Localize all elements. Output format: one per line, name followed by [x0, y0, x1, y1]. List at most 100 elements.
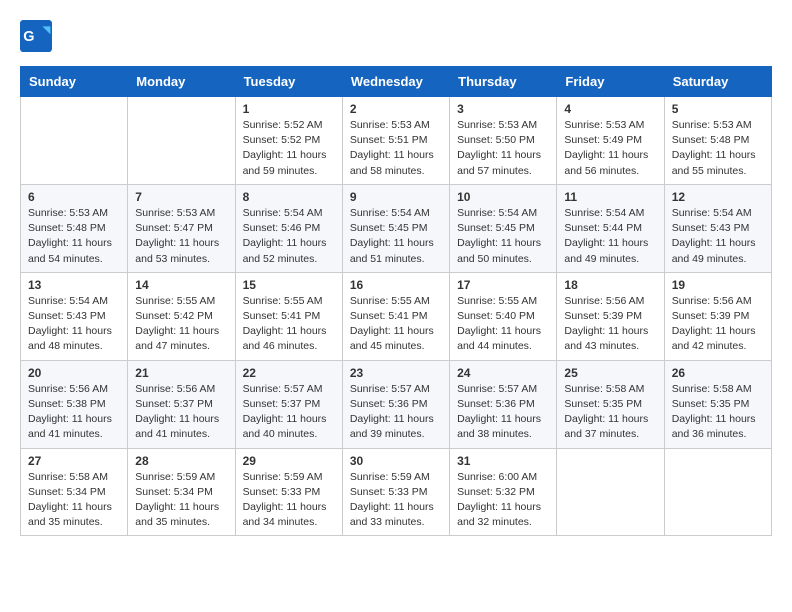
day-detail: Sunrise: 5:55 AM Sunset: 5:42 PM Dayligh… — [135, 294, 227, 355]
day-cell: 12 Sunrise: 5:54 AM Sunset: 5:43 PM Dayli… — [664, 184, 771, 272]
day-number: 27 — [28, 454, 120, 468]
day-number: 14 — [135, 278, 227, 292]
col-header-friday: Friday — [557, 67, 664, 97]
day-number: 7 — [135, 190, 227, 204]
day-detail: Sunrise: 5:55 AM Sunset: 5:40 PM Dayligh… — [457, 294, 549, 355]
day-number: 8 — [243, 190, 335, 204]
day-cell: 27Sunrise: 5:58 AM Sunset: 5:34 PM Dayli… — [21, 448, 128, 536]
day-cell: 24Sunrise: 5:57 AM Sunset: 5:36 PM Dayli… — [450, 360, 557, 448]
day-number: 4 — [564, 102, 656, 116]
day-cell: 9 Sunrise: 5:54 AM Sunset: 5:45 PM Daylig… — [342, 184, 449, 272]
day-cell: 3Sunrise: 5:53 AM Sunset: 5:50 PM Daylig… — [450, 97, 557, 185]
col-header-sunday: Sunday — [21, 67, 128, 97]
day-detail: Sunrise: 5:53 AM Sunset: 5:48 PM Dayligh… — [672, 118, 764, 179]
day-detail: Sunrise: 5:52 AM Sunset: 5:52 PM Dayligh… — [243, 118, 335, 179]
logo: G — [20, 20, 54, 52]
day-number: 3 — [457, 102, 549, 116]
svg-text:G: G — [23, 29, 34, 45]
day-detail: Sunrise: 5:56 AM Sunset: 5:38 PM Dayligh… — [28, 382, 120, 443]
day-cell: 28Sunrise: 5:59 AM Sunset: 5:34 PM Dayli… — [128, 448, 235, 536]
col-header-thursday: Thursday — [450, 67, 557, 97]
day-cell: 21Sunrise: 5:56 AM Sunset: 5:37 PM Dayli… — [128, 360, 235, 448]
day-number: 11 — [564, 190, 656, 204]
day-cell: 18Sunrise: 5:56 AM Sunset: 5:39 PM Dayli… — [557, 272, 664, 360]
header-row: SundayMondayTuesdayWednesdayThursdayFrid… — [21, 67, 772, 97]
day-detail: Sunrise: 5:58 AM Sunset: 5:35 PM Dayligh… — [672, 382, 764, 443]
day-detail: Sunrise: 5:54 AM Sunset: 5:44 PM Dayligh… — [564, 206, 656, 267]
day-number: 25 — [564, 366, 656, 380]
day-detail: Sunrise: 5:57 AM Sunset: 5:37 PM Dayligh… — [243, 382, 335, 443]
day-cell: 4 Sunrise: 5:53 AM Sunset: 5:49 PM Daylig… — [557, 97, 664, 185]
day-number: 15 — [243, 278, 335, 292]
day-number: 29 — [243, 454, 335, 468]
day-detail: Sunrise: 5:53 AM Sunset: 5:47 PM Dayligh… — [135, 206, 227, 267]
day-number: 19 — [672, 278, 764, 292]
day-number: 10 — [457, 190, 549, 204]
day-cell: 14 Sunrise: 5:55 AM Sunset: 5:42 PM Dayli… — [128, 272, 235, 360]
day-detail: Sunrise: 5:54 AM Sunset: 5:45 PM Dayligh… — [350, 206, 442, 267]
day-number: 16 — [350, 278, 442, 292]
day-cell: 16 Sunrise: 5:55 AM Sunset: 5:41 PM Dayli… — [342, 272, 449, 360]
day-number: 1 — [243, 102, 335, 116]
logo-area: G — [20, 20, 54, 52]
day-number: 13 — [28, 278, 120, 292]
day-number: 31 — [457, 454, 549, 468]
week-row-4: 20 Sunrise: 5:56 AM Sunset: 5:38 PM Dayli… — [21, 360, 772, 448]
day-detail: Sunrise: 5:54 AM Sunset: 5:45 PM Dayligh… — [457, 206, 549, 267]
day-detail: Sunrise: 5:56 AM Sunset: 5:39 PM Dayligh… — [672, 294, 764, 355]
day-detail: Sunrise: 5:55 AM Sunset: 5:41 PM Dayligh… — [243, 294, 335, 355]
day-cell: 23Sunrise: 5:57 AM Sunset: 5:36 PM Dayli… — [342, 360, 449, 448]
day-detail: Sunrise: 5:54 AM Sunset: 5:43 PM Dayligh… — [672, 206, 764, 267]
day-cell — [557, 448, 664, 536]
day-number: 20 — [28, 366, 120, 380]
day-number: 26 — [672, 366, 764, 380]
day-cell: 8 Sunrise: 5:54 AM Sunset: 5:46 PM Daylig… — [235, 184, 342, 272]
day-number: 2 — [350, 102, 442, 116]
week-row-3: 13 Sunrise: 5:54 AM Sunset: 5:43 PM Dayli… — [21, 272, 772, 360]
day-number: 17 — [457, 278, 549, 292]
day-cell: 2Sunrise: 5:53 AM Sunset: 5:51 PM Daylig… — [342, 97, 449, 185]
day-detail: Sunrise: 5:54 AM Sunset: 5:46 PM Dayligh… — [243, 206, 335, 267]
day-number: 18 — [564, 278, 656, 292]
day-detail: Sunrise: 6:00 AM Sunset: 5:32 PM Dayligh… — [457, 470, 549, 531]
day-cell: 30Sunrise: 5:59 AM Sunset: 5:33 PM Dayli… — [342, 448, 449, 536]
day-cell: 19 Sunrise: 5:56 AM Sunset: 5:39 PM Dayli… — [664, 272, 771, 360]
day-cell: 31 Sunrise: 6:00 AM Sunset: 5:32 PM Dayli… — [450, 448, 557, 536]
day-cell — [128, 97, 235, 185]
day-number: 5 — [672, 102, 764, 116]
day-detail: Sunrise: 5:55 AM Sunset: 5:41 PM Dayligh… — [350, 294, 442, 355]
week-row-2: 6Sunrise: 5:53 AM Sunset: 5:48 PM Daylig… — [21, 184, 772, 272]
col-header-tuesday: Tuesday — [235, 67, 342, 97]
day-cell: 17 Sunrise: 5:55 AM Sunset: 5:40 PM Dayli… — [450, 272, 557, 360]
col-header-saturday: Saturday — [664, 67, 771, 97]
day-number: 22 — [243, 366, 335, 380]
calendar-table: SundayMondayTuesdayWednesdayThursdayFrid… — [20, 66, 772, 536]
day-cell: 29 Sunrise: 5:59 AM Sunset: 5:33 PM Dayli… — [235, 448, 342, 536]
day-cell: 26 Sunrise: 5:58 AM Sunset: 5:35 PM Dayli… — [664, 360, 771, 448]
day-cell — [21, 97, 128, 185]
week-row-5: 27Sunrise: 5:58 AM Sunset: 5:34 PM Dayli… — [21, 448, 772, 536]
col-header-wednesday: Wednesday — [342, 67, 449, 97]
day-number: 9 — [350, 190, 442, 204]
day-detail: Sunrise: 5:53 AM Sunset: 5:49 PM Dayligh… — [564, 118, 656, 179]
day-detail: Sunrise: 5:54 AM Sunset: 5:43 PM Dayligh… — [28, 294, 120, 355]
day-number: 23 — [350, 366, 442, 380]
day-cell: 15 Sunrise: 5:55 AM Sunset: 5:41 PM Dayli… — [235, 272, 342, 360]
day-number: 12 — [672, 190, 764, 204]
logo-icon: G — [20, 20, 52, 52]
day-cell: 11 Sunrise: 5:54 AM Sunset: 5:44 PM Dayli… — [557, 184, 664, 272]
day-cell: 22 Sunrise: 5:57 AM Sunset: 5:37 PM Dayli… — [235, 360, 342, 448]
day-number: 6 — [28, 190, 120, 204]
col-header-monday: Monday — [128, 67, 235, 97]
day-cell: 6Sunrise: 5:53 AM Sunset: 5:48 PM Daylig… — [21, 184, 128, 272]
day-cell — [664, 448, 771, 536]
day-cell: 25 Sunrise: 5:58 AM Sunset: 5:35 PM Dayli… — [557, 360, 664, 448]
day-detail: Sunrise: 5:59 AM Sunset: 5:33 PM Dayligh… — [243, 470, 335, 531]
day-cell: 20 Sunrise: 5:56 AM Sunset: 5:38 PM Dayli… — [21, 360, 128, 448]
week-row-1: 1 Sunrise: 5:52 AM Sunset: 5:52 PM Daylig… — [21, 97, 772, 185]
day-detail: Sunrise: 5:59 AM Sunset: 5:33 PM Dayligh… — [350, 470, 442, 531]
day-cell: 1 Sunrise: 5:52 AM Sunset: 5:52 PM Daylig… — [235, 97, 342, 185]
day-detail: Sunrise: 5:57 AM Sunset: 5:36 PM Dayligh… — [457, 382, 549, 443]
day-detail: Sunrise: 5:56 AM Sunset: 5:37 PM Dayligh… — [135, 382, 227, 443]
day-detail: Sunrise: 5:58 AM Sunset: 5:35 PM Dayligh… — [564, 382, 656, 443]
